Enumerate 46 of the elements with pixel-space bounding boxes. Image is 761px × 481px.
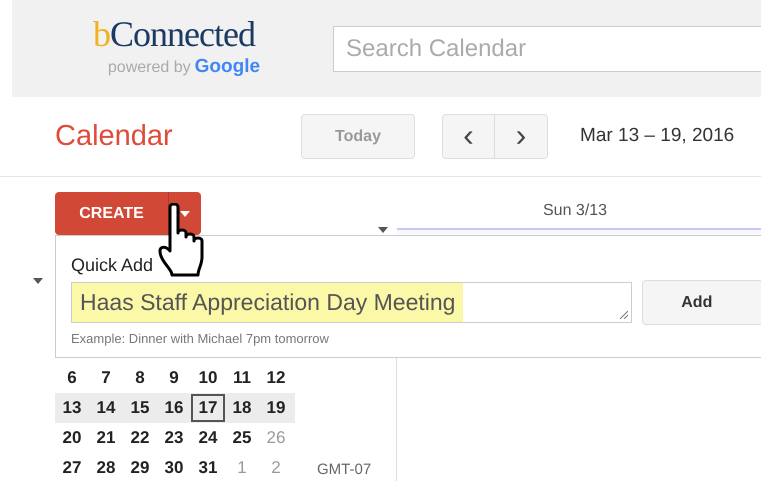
next-button[interactable]: › — [495, 114, 548, 159]
calendar-day[interactable]: 20 — [55, 424, 89, 452]
calendar-day[interactable]: 6 — [55, 364, 89, 392]
calendar-day[interactable]: 16 — [157, 394, 191, 422]
previous-button[interactable]: ‹ — [442, 114, 495, 159]
quick-add-label: Quick Add — [71, 254, 154, 276]
resize-handle-icon — [619, 310, 628, 319]
calendar-day[interactable]: 21 — [89, 424, 123, 452]
calendar-day[interactable]: 7 — [89, 364, 123, 392]
calendar-day[interactable]: 11 — [225, 364, 259, 392]
calendar-day[interactable]: 17 — [191, 394, 225, 422]
calendar-day[interactable]: 31 — [191, 454, 225, 481]
calendar-day[interactable]: 13 — [55, 394, 89, 422]
day-header: Sun 3/13 — [543, 201, 608, 221]
powered-by-text: powered by — [108, 58, 191, 78]
date-range: Mar 13 – 19, 2016 — [580, 124, 734, 148]
calendar-day[interactable]: 25 — [225, 424, 259, 452]
calendar-day[interactable]: 8 — [123, 364, 157, 392]
calendar-day[interactable]: 14 — [89, 394, 123, 422]
calendar-day[interactable]: 12 — [259, 364, 293, 392]
calendar-day[interactable]: 9 — [157, 364, 191, 392]
calendar-day[interactable]: 28 — [89, 454, 123, 481]
calendar-day[interactable]: 22 — [123, 424, 157, 452]
calendar-day[interactable]: 10 — [191, 364, 225, 392]
calendar-day[interactable]: 15 — [123, 394, 157, 422]
calendar-day[interactable]: 27 — [55, 454, 89, 481]
timezone-label: GMT-07 — [317, 460, 372, 480]
logo-accent: b — [93, 14, 110, 54]
calendar-day[interactable]: 23 — [157, 424, 191, 452]
calendar-day[interactable]: 18 — [225, 394, 259, 422]
caret-icon — [180, 210, 190, 216]
example-hint: Example: Dinner with Michael 7pm tomorrow — [71, 330, 330, 348]
calendar-day[interactable]: 30 — [157, 454, 191, 481]
add-button[interactable]: Add — [642, 280, 761, 325]
google-wordmark: Google — [194, 55, 260, 80]
logo-name: Connected — [110, 14, 255, 54]
create-button[interactable]: CREATE — [55, 192, 168, 235]
calendar-day[interactable]: 24 — [191, 424, 225, 452]
calendar-day[interactable]: 19 — [259, 394, 293, 422]
quick-add-value: Haas Staff Appreciation Day Meeting — [72, 283, 464, 322]
calendar-day[interactable]: 29 — [123, 454, 157, 481]
calendar-title: Calendar — [55, 118, 174, 154]
collapse-icon[interactable] — [378, 227, 388, 233]
expand-icon[interactable] — [33, 278, 43, 284]
search-field[interactable]: Search Calendar — [333, 26, 761, 72]
quick-add-field[interactable]: Haas Staff Appreciation Day Meeting — [71, 282, 632, 323]
